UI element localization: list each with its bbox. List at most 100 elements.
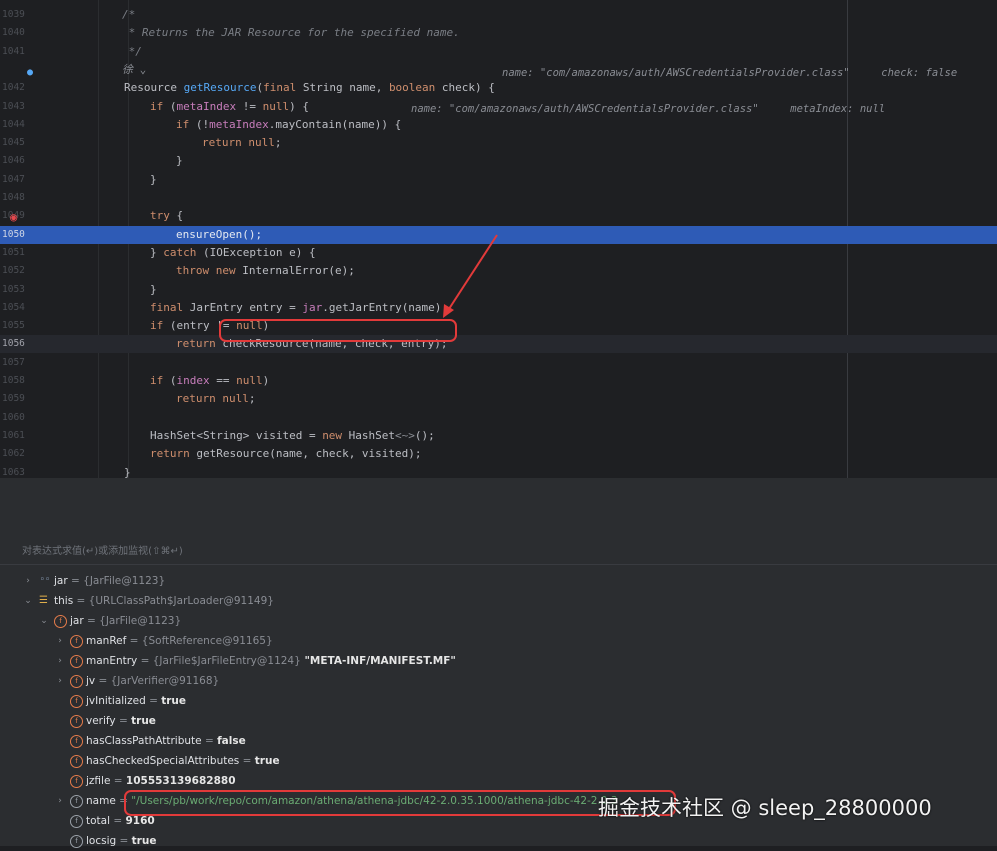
expand-chevron-icon[interactable]: › bbox=[54, 651, 66, 671]
code-line[interactable]: 1049 try { bbox=[0, 207, 997, 225]
field-icon: f bbox=[70, 675, 83, 688]
variable-value: false bbox=[217, 735, 246, 747]
variable-text: verify = true bbox=[86, 711, 156, 731]
variable-text: this = {URLClassPath$JarLoader@91149} bbox=[54, 591, 274, 611]
variable-value: true bbox=[131, 835, 157, 847]
field-icon: f bbox=[70, 755, 83, 768]
line-number: 1063 bbox=[2, 466, 25, 478]
code-line[interactable]: 1045 return null; bbox=[0, 134, 997, 152]
expand-chevron-icon[interactable]: › bbox=[54, 631, 66, 651]
field-icon: f bbox=[70, 695, 83, 708]
variable-row[interactable]: › f manEntry = {JarFile$JarFileEntry@1124}… bbox=[0, 651, 997, 671]
code-text: return getResource(name, check, visited)… bbox=[150, 447, 422, 461]
variable-row[interactable]: › ◦◦ jar = {JarFile@1123} bbox=[0, 571, 997, 591]
collapse-chevron-icon[interactable]: ⌄ bbox=[22, 591, 34, 611]
variable-row[interactable]: f hasClassPathAttribute = false bbox=[0, 731, 997, 751]
code-line[interactable]: 1048 bbox=[0, 189, 997, 207]
variable-type-value: {JarVerifier@91168} bbox=[110, 675, 220, 687]
equals-sign: = bbox=[116, 835, 132, 847]
code-line[interactable]: 1062 return getResource(name, check, visi… bbox=[0, 445, 997, 463]
line-number: 1042 bbox=[2, 82, 25, 94]
evaluate-expression-placeholder: 对表达式求值(↵)或添加监视(⇧⌘↵) bbox=[22, 546, 183, 557]
final-field-icon: f bbox=[70, 835, 83, 848]
line-number: 1041 bbox=[2, 45, 25, 57]
line-number: 1054 bbox=[2, 301, 25, 313]
code-line[interactable]: 1039 /* bbox=[0, 6, 997, 24]
code-line[interactable]: 1054 final JarEntry entry = jar.getJarEnt… bbox=[0, 299, 997, 317]
equals-sign: = bbox=[67, 575, 84, 587]
line-number: 1053 bbox=[2, 283, 25, 295]
variable-text: manRef = {SoftReference@91165} bbox=[86, 631, 273, 651]
variable-name: jar bbox=[54, 575, 68, 587]
variable-type-value: {JarFile@1123} bbox=[99, 615, 182, 627]
variable-row[interactable]: f jzfile = 105553139682880 bbox=[0, 771, 997, 791]
code-line[interactable]: 1052 throw new InternalError(e); bbox=[0, 262, 997, 280]
variable-name: hasClassPathAttribute bbox=[86, 735, 202, 747]
code-line[interactable]: 1057 bbox=[0, 354, 997, 372]
variable-name: verify bbox=[86, 715, 116, 727]
code-line[interactable]: 1046} bbox=[0, 152, 997, 170]
code-text: HashSet<String> visited = new HashSet<~>… bbox=[150, 428, 435, 442]
code-line[interactable]: 1061 HashSet<String> visited = new HashSe… bbox=[0, 427, 997, 445]
expand-chevron-icon[interactable]: › bbox=[22, 571, 34, 591]
expand-chevron-icon[interactable]: › bbox=[54, 671, 66, 691]
code-line[interactable]: 1063} bbox=[0, 464, 997, 479]
code-line[interactable]: 1060 bbox=[0, 409, 997, 427]
variable-name: name bbox=[86, 795, 116, 807]
field-icon: f bbox=[54, 615, 67, 628]
variable-row[interactable]: ⌄ ☰ this = {URLClassPath$JarLoader@91149} bbox=[0, 591, 997, 611]
code-line[interactable]: 1050 ensureOpen(); bbox=[0, 225, 997, 244]
variable-name: this bbox=[54, 595, 74, 607]
evaluate-expression-input[interactable]: 对表达式求值(↵)或添加监视(⇧⌘↵) bbox=[0, 540, 997, 565]
code-line[interactable]: 1059 return null; bbox=[0, 390, 997, 408]
code-text: if (!metaIndex.mayContain(name)) { bbox=[176, 117, 402, 131]
line-number: 1044 bbox=[2, 118, 25, 130]
code-text: } catch (IOException e) { bbox=[150, 245, 316, 259]
code-text: Resource getResource(final String name, … bbox=[124, 81, 495, 95]
equals-sign: = bbox=[239, 755, 255, 767]
code-line[interactable]: 1040 * Returns the JAR Resource for the … bbox=[0, 24, 997, 42]
code-line[interactable]: 1047} bbox=[0, 171, 997, 189]
variable-row[interactable]: › f jv = {JarVerifier@91168} bbox=[0, 671, 997, 691]
inline-debug-hint: name: "com/amazonaws/auth/AWSCredentials… bbox=[502, 67, 958, 79]
inline-debug-hint: name: "com/amazonaws/auth/AWSCredentials… bbox=[411, 103, 886, 115]
code-text: return null; bbox=[202, 136, 282, 150]
line-number: 1057 bbox=[2, 356, 25, 368]
field-icon: f bbox=[70, 775, 83, 788]
object-icon: ☰ bbox=[39, 595, 48, 606]
equals-sign: = bbox=[126, 635, 142, 647]
breakpoint-icon[interactable]: ◉ bbox=[10, 210, 17, 224]
line-number: 1060 bbox=[2, 411, 25, 423]
variable-name: locsig bbox=[86, 835, 117, 847]
variable-name: jzfile bbox=[86, 775, 111, 787]
code-editor[interactable]: 1039 /* 1040 * Returns the JAR Resource fo… bbox=[0, 0, 997, 478]
variable-text: manEntry = {JarFile$JarFileEntry@1124} "… bbox=[86, 651, 456, 671]
expand-chevron-icon[interactable]: › bbox=[54, 791, 66, 811]
line-number: 1059 bbox=[2, 393, 25, 405]
variable-row[interactable]: f verify = true bbox=[0, 711, 997, 731]
variable-text: hasCheckedSpecialAttributes = true bbox=[86, 751, 280, 771]
line-number: 1046 bbox=[2, 155, 25, 167]
field-icon: f bbox=[70, 635, 83, 648]
code-text: if (metaIndex != null) { bbox=[150, 99, 309, 113]
variable-name: manEntry bbox=[86, 655, 138, 667]
variable-row[interactable]: f hasCheckedSpecialAttributes = true bbox=[0, 751, 997, 771]
variable-row[interactable]: ⌄ f jar = {JarFile@1123} bbox=[0, 611, 997, 631]
variable-row[interactable]: f locsig = true bbox=[0, 831, 997, 851]
code-line[interactable]: 1053} bbox=[0, 281, 997, 299]
variable-row[interactable]: f jvInitialized = true bbox=[0, 691, 997, 711]
line-number: 1062 bbox=[2, 448, 25, 460]
method-override-icon[interactable]: ● bbox=[27, 66, 33, 80]
code-line[interactable]: 1051} catch (IOException e) { bbox=[0, 244, 997, 262]
code-line[interactable]: 1044 if (!metaIndex.mayContain(name)) { bbox=[0, 116, 997, 134]
code-line[interactable]: 1058 if (index == null) bbox=[0, 372, 997, 390]
code-text: final JarEntry entry = jar.getJarEntry(n… bbox=[150, 300, 449, 314]
code-line[interactable]: 1055 if (entry != null) bbox=[0, 317, 997, 335]
code-line[interactable]: 1041 */ bbox=[0, 43, 997, 61]
variable-row[interactable]: › f manRef = {SoftReference@91165} bbox=[0, 631, 997, 651]
code-line[interactable]: 1056 return checkResource(name, check, en… bbox=[0, 335, 997, 354]
line-number: 1047 bbox=[2, 173, 25, 185]
code-text: } bbox=[150, 282, 157, 296]
collapse-chevron-icon[interactable]: ⌄ bbox=[38, 611, 50, 631]
line-number: 1052 bbox=[2, 265, 25, 277]
